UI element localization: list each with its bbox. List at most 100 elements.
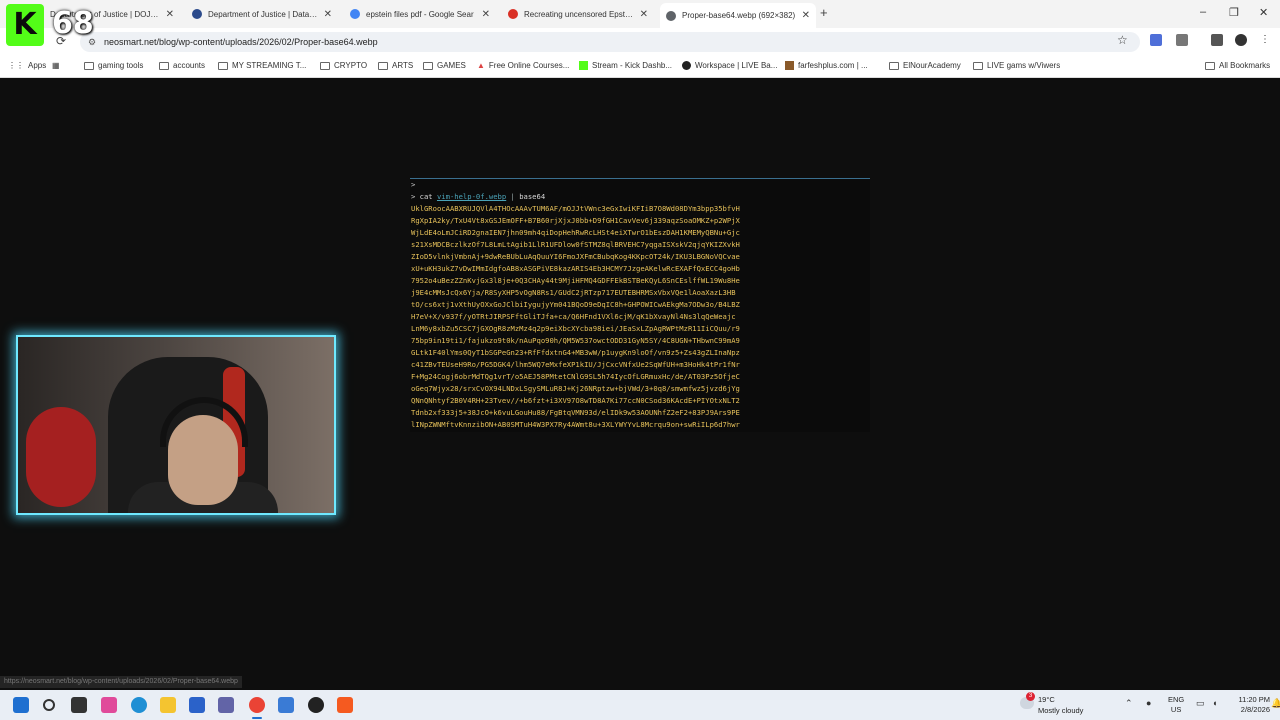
bookmark-label: ElNourAcademy xyxy=(903,61,961,70)
viewer-count: 68 xyxy=(52,6,94,41)
base64-line: QNnQNhtyf2B0V4RH+23Tvev//+b6fzt+i3XV97O8… xyxy=(411,396,740,405)
bookmark-label: farfeshplus.com | ... xyxy=(798,61,868,70)
close-tab-icon[interactable]: ✕ xyxy=(802,10,810,21)
bookmark-folder-accounts[interactable]: accounts xyxy=(159,61,205,70)
obs-icon[interactable] xyxy=(308,697,324,713)
tab-proper-base64[interactable]: Proper-base64.webp (692×382) ✕ xyxy=(660,3,816,28)
weather-alert-badge: 3 xyxy=(1026,692,1035,701)
close-tab-icon[interactable]: ✕ xyxy=(640,9,648,20)
extension-icon[interactable] xyxy=(1150,34,1162,46)
bookmark-folder-games[interactable]: GAMES xyxy=(423,61,466,70)
bookmark-folder-live-games[interactable]: LIVE gams w/Viwers xyxy=(973,61,1060,70)
close-tab-icon[interactable]: ✕ xyxy=(482,9,490,20)
bookmark-folder-streaming[interactable]: MY STREAMING T... xyxy=(218,61,306,70)
bookmark-label: Workspace | LIVE Ba... xyxy=(695,61,778,70)
terminal-command-line: > cat vim-help-0f.webp | base64 xyxy=(411,191,870,203)
bookmark-folder-arts[interactable]: ARTS xyxy=(378,61,413,70)
base64-line: GLtk1F40lYms0QyT1bSGPeGn23+RfFfdxtnG4+MB… xyxy=(411,348,740,357)
store-icon[interactable] xyxy=(189,697,205,713)
folder-icon xyxy=(378,61,388,70)
bookmark-apps[interactable]: ⋮⋮ Apps xyxy=(8,61,46,70)
tab-title: Recreating uncensored Epstein xyxy=(524,9,634,19)
vscode-icon[interactable] xyxy=(278,697,294,713)
chrome-icon[interactable] xyxy=(249,697,265,713)
base64-line: ZIoD5vlnkjVmbnAj+9dwReBUbLuAqQuuYI6FmoJX… xyxy=(411,252,740,261)
clock-time: 11:20 PM xyxy=(1238,695,1270,704)
base64-line: Tdnb2xf333j5+38JcO+k6vuLGouHu88/FgBtqVMN… xyxy=(411,408,740,417)
minimize-icon[interactable]: – xyxy=(1200,6,1206,18)
tab-search-icon[interactable] xyxy=(1211,34,1223,46)
tab-strip: Department of Justice | DOJ Di ✕ Departm… xyxy=(0,0,1280,28)
close-tab-icon[interactable]: ✕ xyxy=(166,9,174,20)
bookmark-free-courses[interactable]: ▲ Free Online Courses... xyxy=(477,61,569,70)
bookmark-farfeshplus[interactable]: farfeshplus.com | ... xyxy=(785,61,868,70)
base64-line: 7952o4uBezZZnKvjGx3l8je+0Q3CHAy44t9MjiHF… xyxy=(411,276,740,285)
bookmark-label: All Bookmarks xyxy=(1219,61,1271,70)
menu-kebab-icon[interactable]: ⋮ xyxy=(1259,34,1271,46)
base64-terminal-image: > > cat vim-help-0f.webp | base64 UklGRo… xyxy=(410,178,870,432)
weather-temp: 19°C xyxy=(1038,695,1055,704)
microphone-icon[interactable]: ● xyxy=(1146,698,1151,708)
brave-icon[interactable] xyxy=(337,697,353,713)
link-status-bar: https://neosmart.net/blog/wp-content/upl… xyxy=(0,676,242,688)
bookmark-label: gaming tools xyxy=(98,61,144,70)
farfesh-favicon-icon xyxy=(785,61,794,70)
weather-condition: Mostly cloudy xyxy=(1038,706,1084,715)
edge-browser-icon[interactable] xyxy=(131,697,147,713)
lang-region: US xyxy=(1170,705,1182,714)
tab-google-search[interactable]: epstein files pdf - Google Sear ✕ xyxy=(344,4,496,24)
bookmark-workspace[interactable]: Workspace | LIVE Ba... xyxy=(682,61,777,70)
system-clock[interactable]: 11:20 PM 2/8/2026 xyxy=(1226,695,1270,715)
bookmark-folder-gaming-tools[interactable]: gaming tools xyxy=(84,61,143,70)
notifications-bell-icon[interactable]: 🔔 xyxy=(1271,698,1280,709)
file-explorer-icon[interactable] xyxy=(160,697,176,713)
folder-icon xyxy=(320,61,330,70)
teams-icon[interactable] xyxy=(218,697,234,713)
bookmark-grid[interactable]: ▦ xyxy=(52,61,60,70)
input-language[interactable]: ENG US xyxy=(1168,695,1184,715)
kick-favicon-icon xyxy=(579,61,588,70)
task-view-icon[interactable] xyxy=(71,697,87,713)
folder-icon xyxy=(218,61,228,70)
tab-doj-2[interactable]: Department of Justice | Data Se ✕ xyxy=(186,4,338,24)
windows-start-icon[interactable] xyxy=(13,697,29,713)
base64-line: F+Mg24Cogj6obrMdTQg1vrT/o5AEJ58PMtetCNlG… xyxy=(411,372,740,381)
doj-favicon-icon xyxy=(192,9,202,19)
new-tab-plus-icon[interactable]: + xyxy=(820,5,828,20)
bookmark-label: Apps xyxy=(28,61,47,70)
bookmark-kick-dashboard[interactable]: Stream - Kick Dashb... xyxy=(579,61,672,70)
bookmark-folder-crypto[interactable]: CRYPTO xyxy=(320,61,367,70)
image-favicon-icon xyxy=(666,10,676,21)
pipe-symbol: | xyxy=(510,192,515,201)
base64-line: xU+uKH3ukZ7vDwIMmIdgfoAB8xASGPiVE8kazARI… xyxy=(411,264,740,273)
close-window-icon[interactable]: ✕ xyxy=(1259,6,1268,19)
maximize-icon[interactable]: ❐ xyxy=(1229,6,1239,19)
folder-icon xyxy=(889,61,899,70)
network-icon[interactable]: ▭ xyxy=(1196,698,1205,709)
url-text: neosmart.net/blog/wp-content/uploads/202… xyxy=(104,37,378,47)
profile-avatar[interactable] xyxy=(1235,34,1247,46)
copilot-icon[interactable] xyxy=(101,697,117,713)
search-icon[interactable] xyxy=(43,699,55,711)
google-favicon-icon xyxy=(350,9,360,19)
address-bar[interactable]: ⚙ neosmart.net/blog/wp-content/uploads/2… xyxy=(80,32,1140,52)
chevron-up-icon[interactable]: ⌃ xyxy=(1125,698,1133,709)
workspace-favicon-icon xyxy=(682,61,691,70)
base64-line: WjLdE4oLmJCiRD2gnaIEN7jhn09mh4qiDopHehRw… xyxy=(411,228,740,237)
folder-icon xyxy=(159,61,169,70)
viewer-count-badge: K 68 xyxy=(2,2,98,48)
tab-recreating[interactable]: Recreating uncensored Epstein ✕ xyxy=(502,4,654,24)
volume-icon[interactable]: ◖ xyxy=(1212,698,1217,708)
bookmark-folder-elnour[interactable]: ElNourAcademy xyxy=(889,61,961,70)
news-favicon-icon xyxy=(508,9,518,19)
all-bookmarks[interactable]: All Bookmarks xyxy=(1205,61,1270,70)
kick-logo-icon: K xyxy=(6,4,44,46)
bookmark-star-icon[interactable]: ☆ xyxy=(1117,33,1128,47)
base64-line: s21XsMDCBczlkzOf7L8LmLtAgib1LlR1UFDlow0f… xyxy=(411,240,740,249)
base64-line: H7eV+X/v937f/yOTRtJIRPSFftGliTJfa+ca/Q6H… xyxy=(411,312,736,321)
base64-line: oGeq7Wjyx28/srxCvOX94LNDxLSgySMLuR8J+Kj2… xyxy=(411,384,740,393)
close-tab-icon[interactable]: ✕ xyxy=(324,9,332,20)
extensions-puzzle-icon[interactable] xyxy=(1176,34,1188,46)
folder-icon xyxy=(84,61,94,70)
bookmark-label: MY STREAMING T... xyxy=(232,61,307,70)
